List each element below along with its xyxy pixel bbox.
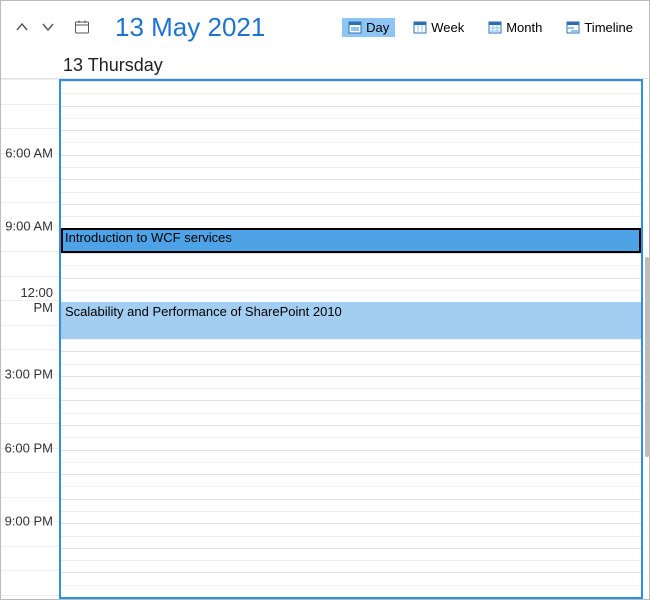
grid-halfhour-line bbox=[61, 216, 641, 217]
hour-label: 9:00 AM bbox=[1, 219, 59, 234]
current-date-label: 13 May 2021 bbox=[115, 12, 338, 43]
grid-halfhour-line bbox=[61, 388, 641, 389]
grid-hour-line bbox=[61, 204, 641, 205]
gutter-hour-line bbox=[1, 570, 59, 571]
grid-halfhour-line bbox=[61, 413, 641, 414]
view-tab-month[interactable]: Month bbox=[482, 18, 548, 37]
gutter-hour-line bbox=[1, 472, 59, 473]
hour-label: 9:00 PM bbox=[1, 514, 59, 529]
grid-halfhour-line bbox=[61, 462, 641, 463]
gutter-hour-line bbox=[1, 128, 59, 129]
gutter-hour-line bbox=[1, 546, 59, 547]
view-tab-label: Month bbox=[506, 20, 542, 35]
view-tab-label: Week bbox=[431, 20, 464, 35]
gutter-hour-line bbox=[1, 595, 59, 596]
day-header-row: 13 Thursday bbox=[1, 53, 649, 79]
grid-hour-line bbox=[61, 425, 641, 426]
grid-halfhour-line bbox=[61, 167, 641, 168]
grid-hour-line bbox=[61, 572, 641, 573]
gutter-hour-line bbox=[1, 497, 59, 498]
grid-halfhour-line bbox=[61, 486, 641, 487]
day-grid-wrap: 6:00 AM 9:00 AM 12:00 PM 3:00 PM 6:00 PM 9:00… bbox=[1, 79, 649, 599]
grid-halfhour-line bbox=[61, 560, 641, 561]
next-arrow[interactable] bbox=[37, 16, 59, 38]
grid-halfhour-line bbox=[61, 339, 641, 340]
month-view-icon bbox=[488, 20, 502, 34]
gutter-hour-line bbox=[1, 104, 59, 105]
grid-hour-line bbox=[61, 523, 641, 524]
gutter-hour-line bbox=[1, 349, 59, 350]
day-grid[interactable]: Introduction to WCF services Scalability … bbox=[59, 79, 643, 599]
timeline-view-icon bbox=[566, 20, 580, 34]
day-column-header[interactable]: 13 Thursday bbox=[59, 53, 649, 78]
grid-hour-line bbox=[61, 179, 641, 180]
grid-hour-line bbox=[61, 155, 641, 156]
gutter-hour-line bbox=[1, 398, 59, 399]
grid-hour-line bbox=[61, 400, 641, 401]
calendar-event[interactable]: Scalability and Performance of SharePoin… bbox=[61, 302, 641, 339]
gutter-hour-line bbox=[1, 325, 59, 326]
grid-hour-line bbox=[61, 351, 641, 352]
goto-date-button[interactable] bbox=[71, 16, 93, 38]
chevron-up-icon bbox=[15, 20, 29, 34]
grid-hour-line bbox=[61, 278, 641, 279]
view-tab-week[interactable]: Week bbox=[407, 18, 470, 37]
scrollbar[interactable] bbox=[643, 157, 649, 599]
hour-label: 6:00 AM bbox=[1, 145, 59, 160]
grid-halfhour-line bbox=[61, 364, 641, 365]
hour-label: 3:00 PM bbox=[1, 366, 59, 381]
view-switcher: Day Week Month Timeline bbox=[342, 18, 639, 37]
calendar-event[interactable]: Introduction to WCF services bbox=[61, 228, 641, 253]
scrollbar-thumb[interactable] bbox=[645, 257, 649, 457]
grid-halfhour-line bbox=[61, 192, 641, 193]
grid-hour-line bbox=[61, 81, 641, 82]
grid-hour-line bbox=[61, 106, 641, 107]
grid-hour-line bbox=[61, 130, 641, 131]
gutter-hour-line bbox=[1, 79, 59, 80]
grid-hour-line bbox=[61, 548, 641, 549]
grid-hour-line bbox=[61, 253, 641, 254]
time-gutter: 6:00 AM 9:00 AM 12:00 PM 3:00 PM 6:00 PM 9:00… bbox=[1, 79, 59, 599]
day-view-icon bbox=[348, 20, 362, 34]
hour-label: 6:00 PM bbox=[1, 440, 59, 455]
grid-halfhour-line bbox=[61, 265, 641, 266]
hour-label: 12:00 PM bbox=[1, 285, 59, 315]
grid-hour-line bbox=[61, 474, 641, 475]
grid-halfhour-line bbox=[61, 511, 641, 512]
gutter-hour-line bbox=[1, 276, 59, 277]
view-tab-timeline[interactable]: Timeline bbox=[560, 18, 639, 37]
grid-hour-line bbox=[61, 597, 641, 598]
grid-hour-line bbox=[61, 376, 641, 377]
calendar-icon bbox=[74, 19, 90, 35]
grid-halfhour-line bbox=[61, 142, 641, 143]
grid-hour-line bbox=[61, 499, 641, 500]
gutter-header bbox=[1, 53, 59, 78]
gutter-hour-line bbox=[1, 251, 59, 252]
prev-arrow[interactable] bbox=[11, 16, 33, 38]
grid-halfhour-line bbox=[61, 585, 641, 586]
grid-hour-line bbox=[61, 450, 641, 451]
grid-halfhour-line bbox=[61, 118, 641, 119]
gutter-hour-line bbox=[1, 202, 59, 203]
grid-halfhour-line bbox=[61, 93, 641, 94]
grid-halfhour-line bbox=[61, 536, 641, 537]
grid-halfhour-line bbox=[61, 437, 641, 438]
view-tab-day[interactable]: Day bbox=[342, 18, 395, 37]
gutter-hour-line bbox=[1, 423, 59, 424]
gutter-hour-line bbox=[1, 177, 59, 178]
view-tab-label: Day bbox=[366, 20, 389, 35]
calendar-header: 13 May 2021 Day Week Month Timeline bbox=[1, 1, 649, 53]
view-tab-label: Timeline bbox=[584, 20, 633, 35]
grid-halfhour-line bbox=[61, 290, 641, 291]
week-view-icon bbox=[413, 20, 427, 34]
chevron-down-icon bbox=[41, 20, 55, 34]
